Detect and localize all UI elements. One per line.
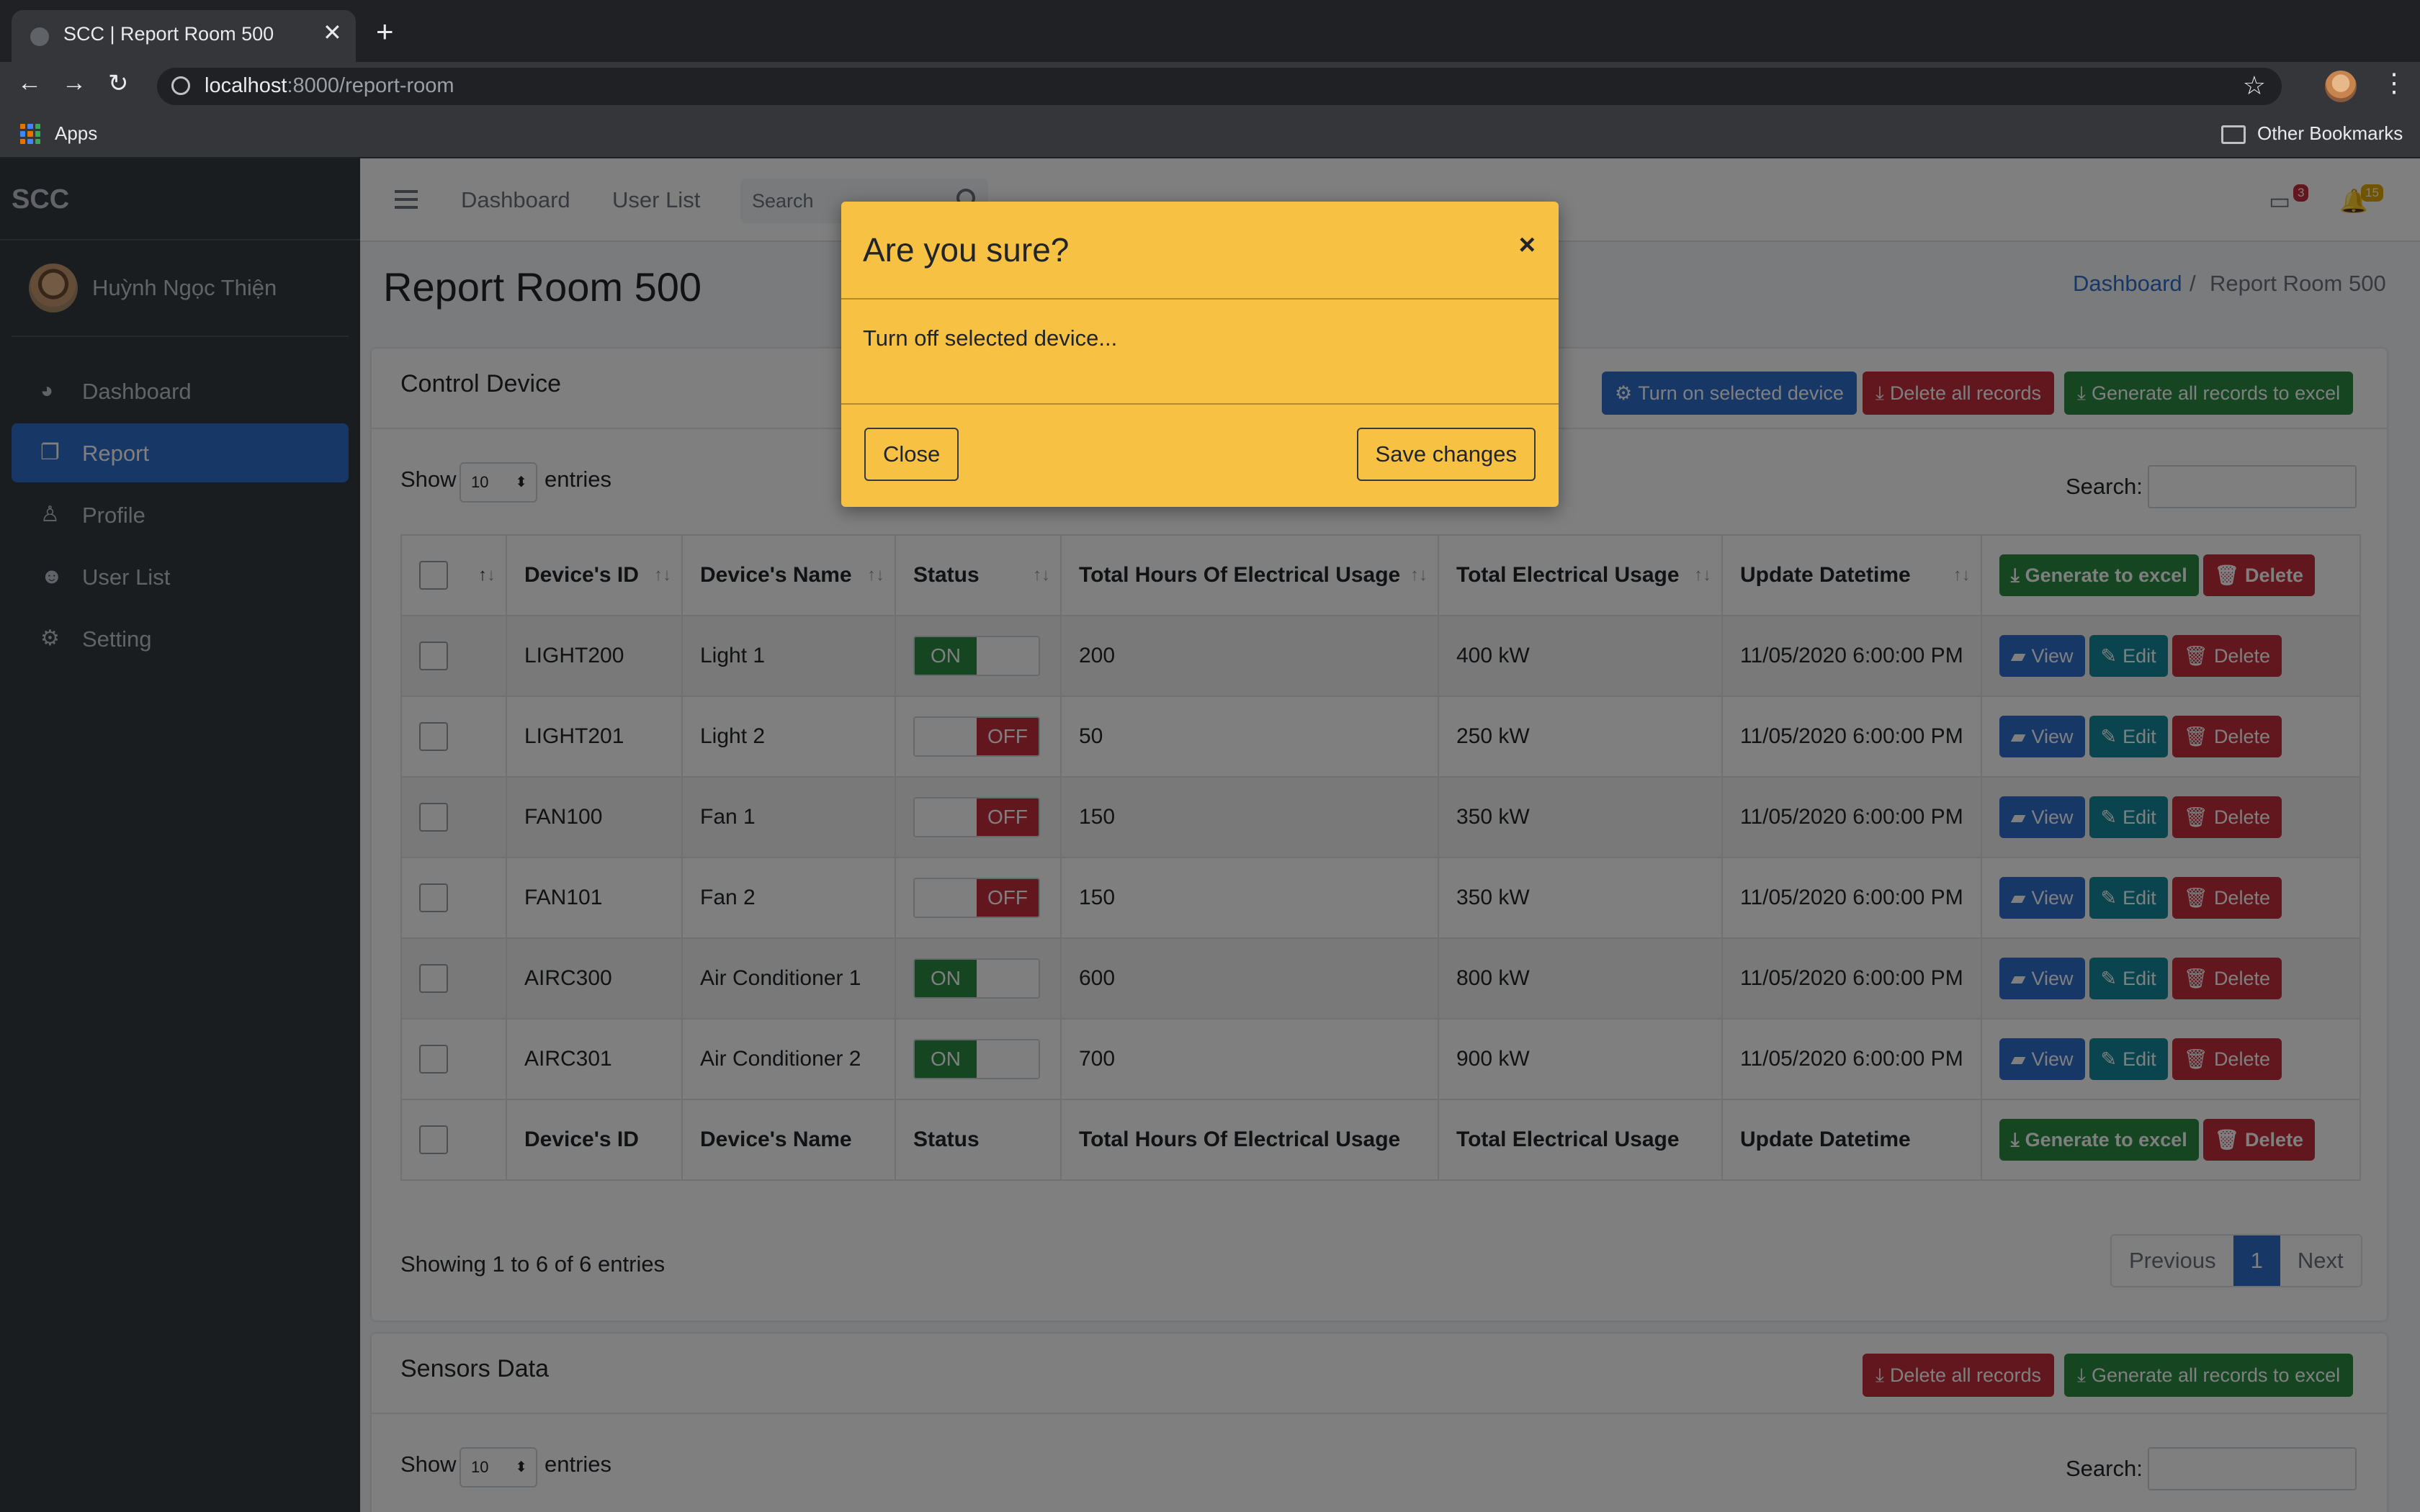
tab-title: SCC | Report Room 500 [63,23,274,45]
browser-tab-strip: SCC | Report Room 500 ✕ + [0,0,2420,62]
forward-arrow-icon[interactable]: → [62,69,86,97]
apps-grid-icon[interactable] [20,124,40,144]
url-path: :8000/report-room [287,74,454,97]
tab-close-icon[interactable]: ✕ [323,19,342,46]
confirm-modal: Are you sure? × Turn off selected device… [841,202,1559,507]
new-tab-button[interactable]: + [376,14,394,49]
page-viewport: SCC Huỳnh Ngọc Thiện ◕ Dashboard ❐ Repor… [0,158,2420,1512]
back-arrow-icon[interactable]: ← [17,69,42,97]
url-host: localhost [205,74,287,97]
bookmarks-bar: Apps Other Bookmarks [0,109,2420,158]
bookmark-other[interactable]: Other Bookmarks [2257,122,2403,145]
browser-menu-icon[interactable]: ⋮ [2381,68,2407,98]
folder-icon [2221,125,2246,144]
close-icon[interactable]: × [1519,229,1536,261]
address-bar-row: ← → ↻ localhost:8000/report-room ☆ ⋮ [0,62,2420,109]
favicon-icon [30,27,49,46]
browser-tab[interactable]: SCC | Report Room 500 ✕ [12,10,356,62]
url-text: localhost:8000/report-room [205,74,454,98]
modal-header: Are you sure? × [841,202,1559,300]
modal-body-text: Turn off selected device... [863,325,1118,351]
site-info-icon[interactable] [171,76,190,95]
profile-avatar-icon[interactable] [2325,71,2357,102]
reload-icon[interactable]: ↻ [108,69,129,98]
url-field[interactable]: localhost:8000/report-room ☆ [157,68,2282,105]
bookmark-apps[interactable]: Apps [55,122,97,145]
save-changes-button[interactable]: Save changes [1356,428,1536,481]
modal-footer: Close Save changes [841,403,1559,507]
bookmark-star-icon[interactable]: ☆ [2243,71,2266,101]
modal-title: Are you sure? [863,231,1070,269]
close-button[interactable]: Close [864,428,959,481]
